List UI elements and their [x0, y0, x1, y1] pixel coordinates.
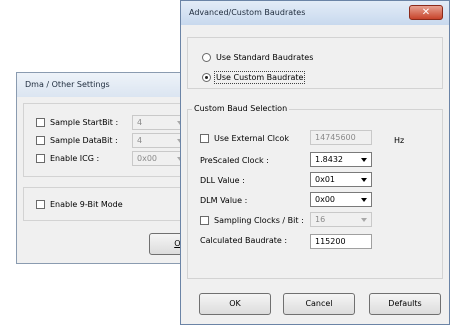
dlm-value-select[interactable]: 0x00 — [310, 192, 372, 207]
enable-icg-label: Enable ICG : — [50, 154, 100, 163]
prescaled-clock-label: PreScaled Clock : — [200, 156, 269, 165]
defaults-button[interactable]: Defaults — [369, 293, 441, 315]
cancel-button[interactable]: Cancel — [283, 293, 355, 315]
custom-baudrates-titlebar[interactable]: Advanced/Custom Baudrates ✕ — [181, 1, 449, 25]
sample-databit-label: Sample DataBit : — [50, 136, 118, 145]
external-clock-field[interactable]: 14745600 — [310, 130, 372, 145]
sampling-clocks-checkbox[interactable] — [200, 216, 209, 225]
external-clock-unit: Hz — [394, 136, 405, 145]
use-custom-baudrate-radio[interactable] — [202, 73, 211, 82]
use-standard-baudrates-radio[interactable] — [202, 53, 211, 62]
chevron-down-icon — [357, 193, 371, 206]
custom-baudrates-window: Advanced/Custom Baudrates ✕ Use Standard… — [180, 0, 450, 325]
custom-baud-selection-title: Custom Baud Selection — [192, 104, 290, 113]
prescaled-clock-select[interactable]: 1.8432 — [310, 152, 372, 167]
use-standard-baudrates-label: Use Standard Baudrates — [216, 53, 314, 62]
enable-icg-checkbox[interactable] — [36, 154, 45, 163]
custom-baudrates-title: Advanced/Custom Baudrates — [189, 8, 306, 17]
chevron-down-icon — [357, 173, 371, 186]
calculated-baudrate-field: 115200 — [310, 234, 372, 249]
chevron-down-icon — [357, 213, 371, 226]
close-button[interactable]: ✕ — [409, 5, 443, 20]
sample-startbit-label: Sample StartBit : — [50, 118, 119, 127]
use-custom-baudrate-label: Use Custom Baudrate — [213, 71, 306, 84]
sample-databit-checkbox[interactable] — [36, 136, 45, 145]
enable-9bit-checkbox[interactable] — [36, 200, 45, 209]
use-external-clock-label: Use External Clcok — [214, 134, 289, 143]
ok-button[interactable]: OK — [199, 293, 271, 315]
calculated-baudrate-label: Calculated Baudrate : — [200, 236, 288, 245]
sampling-clocks-select[interactable]: 16 — [310, 212, 372, 227]
sample-startbit-checkbox[interactable] — [36, 118, 45, 127]
use-external-clock-checkbox[interactable] — [200, 134, 209, 143]
dll-value-label: DLL Value : — [200, 176, 245, 185]
dll-value-select[interactable]: 0x01 — [310, 172, 372, 187]
custom-baudrates-client: Use Standard Baudrates Use Custom Baudra… — [187, 25, 443, 318]
custom-baud-selection-group: Custom Baud Selection Use External Clcok… — [187, 104, 443, 279]
dma-settings-title: Dma / Other Settings — [25, 80, 110, 89]
sampling-clocks-label: Sampling Clocks / Bit : — [214, 216, 304, 225]
dlm-value-label: DLM Value : — [200, 196, 248, 205]
baud-mode-group: Use Standard Baudrates Use Custom Baudra… — [187, 37, 443, 89]
chevron-down-icon — [357, 153, 371, 166]
enable-9bit-label: Enable 9-Bit Mode — [50, 200, 123, 209]
close-icon: ✕ — [421, 7, 431, 18]
